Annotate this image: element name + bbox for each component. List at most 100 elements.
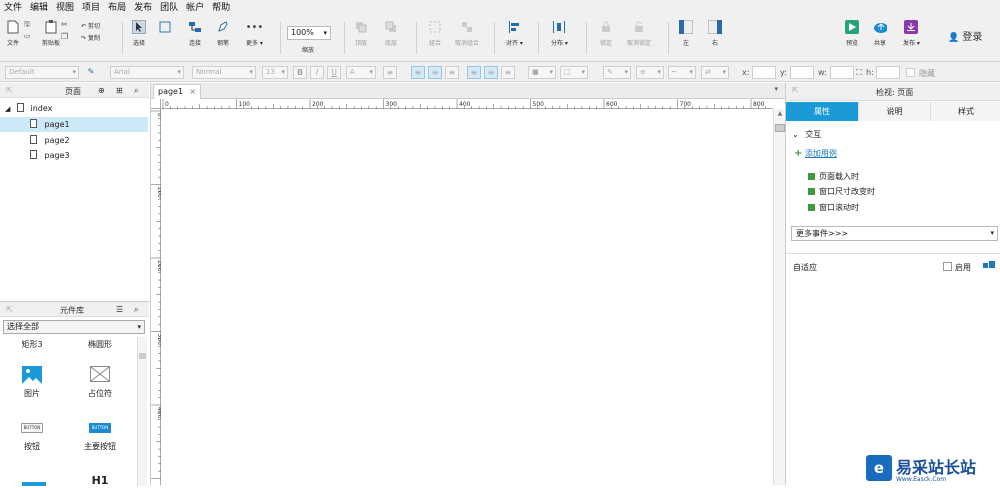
enable-adaptive-checkbox[interactable] (943, 262, 952, 271)
menu-project[interactable]: 项目 (82, 0, 100, 13)
group-button[interactable]: 组合 (428, 20, 442, 47)
library-select[interactable]: 选择全部 ▾ (3, 320, 145, 334)
adaptive-views-icon[interactable] (983, 261, 995, 270)
shadow-select[interactable]: □ (560, 66, 588, 79)
send-to-bottom-button[interactable]: 底层 (384, 20, 398, 47)
more-events-select[interactable]: 更多事件>>> ▾ (791, 226, 998, 241)
align-left-button[interactable]: ≡ (411, 66, 425, 79)
tab-dropdown-icon[interactable]: ▾ (774, 85, 778, 93)
undo-button[interactable]: ↶ 剪切 (81, 21, 100, 30)
italic-button[interactable]: I (310, 66, 324, 79)
search-icon[interactable]: ⌕ (134, 305, 138, 315)
align-right-button[interactable]: ≡ (445, 66, 459, 79)
lock-button[interactable]: 锁定 (599, 20, 613, 47)
tab-properties[interactable]: 属性 (786, 102, 858, 121)
pen-tool-button[interactable]: 钢笔 (216, 20, 230, 47)
pin-icon[interactable]: ⇱ (6, 305, 13, 314)
select-tool-button[interactable]: 选择 (132, 20, 146, 47)
line-color-select[interactable]: ✎ (603, 66, 631, 79)
h-input[interactable] (876, 66, 900, 79)
connect-tool-button[interactable]: 连接 (188, 20, 202, 47)
valign-middle-button[interactable]: ≡ (484, 66, 498, 79)
clipboard-button[interactable]: 剪贴板 (42, 20, 60, 47)
ungroup-button[interactable]: 取消组合 (455, 20, 479, 47)
line-width-select[interactable]: ≡ (636, 66, 664, 79)
add-folder-icon[interactable]: ⊞ (116, 86, 123, 95)
more-tools-button[interactable]: ••• 更多 ▾ (246, 20, 264, 48)
font-weight-select[interactable]: Normal (192, 66, 256, 79)
library-item-rect3[interactable]: 矩形3 (2, 339, 62, 350)
library-item-primary-button[interactable]: BUTTON 主要按钮 (70, 423, 130, 452)
event-window-scroll[interactable]: 窗口滚动时 (808, 202, 859, 213)
publish-button[interactable]: 发布 ▾ (903, 20, 920, 47)
select-area-button[interactable] (158, 20, 172, 45)
align-button[interactable]: 对齐 ▾ (506, 20, 523, 47)
hidden-checkbox[interactable] (906, 68, 915, 77)
tab-page1[interactable]: page1 × (153, 84, 201, 99)
close-icon[interactable]: × (189, 85, 196, 99)
library-scrollbar[interactable] (137, 337, 147, 486)
pin-icon[interactable]: ⇱ (792, 86, 799, 95)
zoom-select[interactable]: 100% ▾ (287, 26, 331, 40)
tab-style[interactable]: 样式 (930, 102, 1000, 121)
format-painter-icon[interactable]: ✎ (84, 66, 98, 79)
library-item-ellipse[interactable]: 椭圆形 (70, 339, 130, 350)
scroll-up-icon[interactable]: ▲ (775, 110, 785, 118)
arrow-style-select[interactable]: ⇄ (701, 66, 729, 79)
interaction-section-header[interactable]: ⌄ 交互 (792, 129, 821, 140)
event-window-resize[interactable]: 窗口尺寸改变时 (808, 186, 875, 197)
library-item-image[interactable]: 图片 (2, 366, 62, 399)
aspect-lock-icon[interactable]: ⛶ (856, 68, 862, 78)
menu-file[interactable]: 文件 (4, 0, 22, 13)
preview-button[interactable]: 预览 (845, 20, 859, 47)
copy-icon[interactable]: ❐ (61, 32, 68, 41)
library-item-h1[interactable]: H1 (70, 474, 130, 487)
font-size-select[interactable]: 13 (262, 66, 288, 79)
align-center-button[interactable]: ≡ (428, 66, 442, 79)
w-input[interactable] (830, 66, 854, 79)
file-button[interactable]: 文件 (6, 20, 20, 47)
save-icon[interactable]: 🖫 (24, 20, 30, 31)
font-color-select[interactable]: A (346, 66, 376, 79)
unlock-button[interactable]: 取消锁定 (627, 20, 651, 47)
right-panel-toggle[interactable]: 右 (708, 20, 722, 47)
login-button[interactable]: 👤 登录 (948, 28, 982, 43)
page-item-page3[interactable]: page3 (0, 148, 148, 163)
bold-button[interactable]: B (293, 66, 307, 79)
x-input[interactable] (752, 66, 776, 79)
page-canvas[interactable] (162, 110, 772, 485)
menu-edit[interactable]: 编辑 (30, 0, 48, 13)
add-case-link[interactable]: + 添加用例 (794, 148, 837, 159)
event-page-load[interactable]: 页面载入时 (808, 171, 859, 182)
redo-button[interactable]: ↷ 复制 (81, 33, 100, 42)
menu-icon[interactable]: ☰ (116, 305, 123, 314)
search-icon[interactable]: ⌕ (134, 86, 138, 96)
menu-account[interactable]: 帐户 (186, 0, 204, 13)
cut-icon[interactable]: ✂ (61, 20, 68, 29)
y-input[interactable] (790, 66, 814, 79)
library-item-button[interactable]: BUTTON 按钮 (2, 423, 62, 452)
left-panel-toggle[interactable]: 左 (679, 20, 693, 47)
page-item-page2[interactable]: page2 (0, 133, 148, 148)
valign-top-button[interactable]: ≡ (467, 66, 481, 79)
menu-view[interactable]: 视图 (56, 0, 74, 13)
add-page-icon[interactable]: ⊕ (98, 86, 105, 95)
style-select[interactable]: Default (5, 66, 79, 79)
valign-bottom-button[interactable]: ≡ (501, 66, 515, 79)
collapse-triangle-icon[interactable]: ◢ (5, 105, 10, 113)
pin-icon[interactable]: ⇱ (6, 86, 13, 95)
page-item-index[interactable]: ◢ index (0, 101, 148, 116)
fill-color-select[interactable]: ■ (528, 66, 556, 79)
menu-layout[interactable]: 布局 (108, 0, 126, 13)
scroll-thumb[interactable] (139, 353, 146, 359)
menu-publish[interactable]: 发布 (134, 0, 152, 13)
underline-button[interactable]: U (327, 66, 341, 79)
font-select[interactable]: Arial (110, 66, 184, 79)
menu-team[interactable]: 团队 (160, 0, 178, 13)
share-button[interactable]: 共享 (873, 20, 887, 47)
tab-notes[interactable]: 说明 (858, 102, 930, 121)
bullet-list-button[interactable]: ≡ (383, 66, 397, 79)
scroll-thumb[interactable] (775, 124, 785, 132)
page-item-page1[interactable]: page1 (0, 117, 148, 132)
line-style-select[interactable]: ┅ (668, 66, 696, 79)
